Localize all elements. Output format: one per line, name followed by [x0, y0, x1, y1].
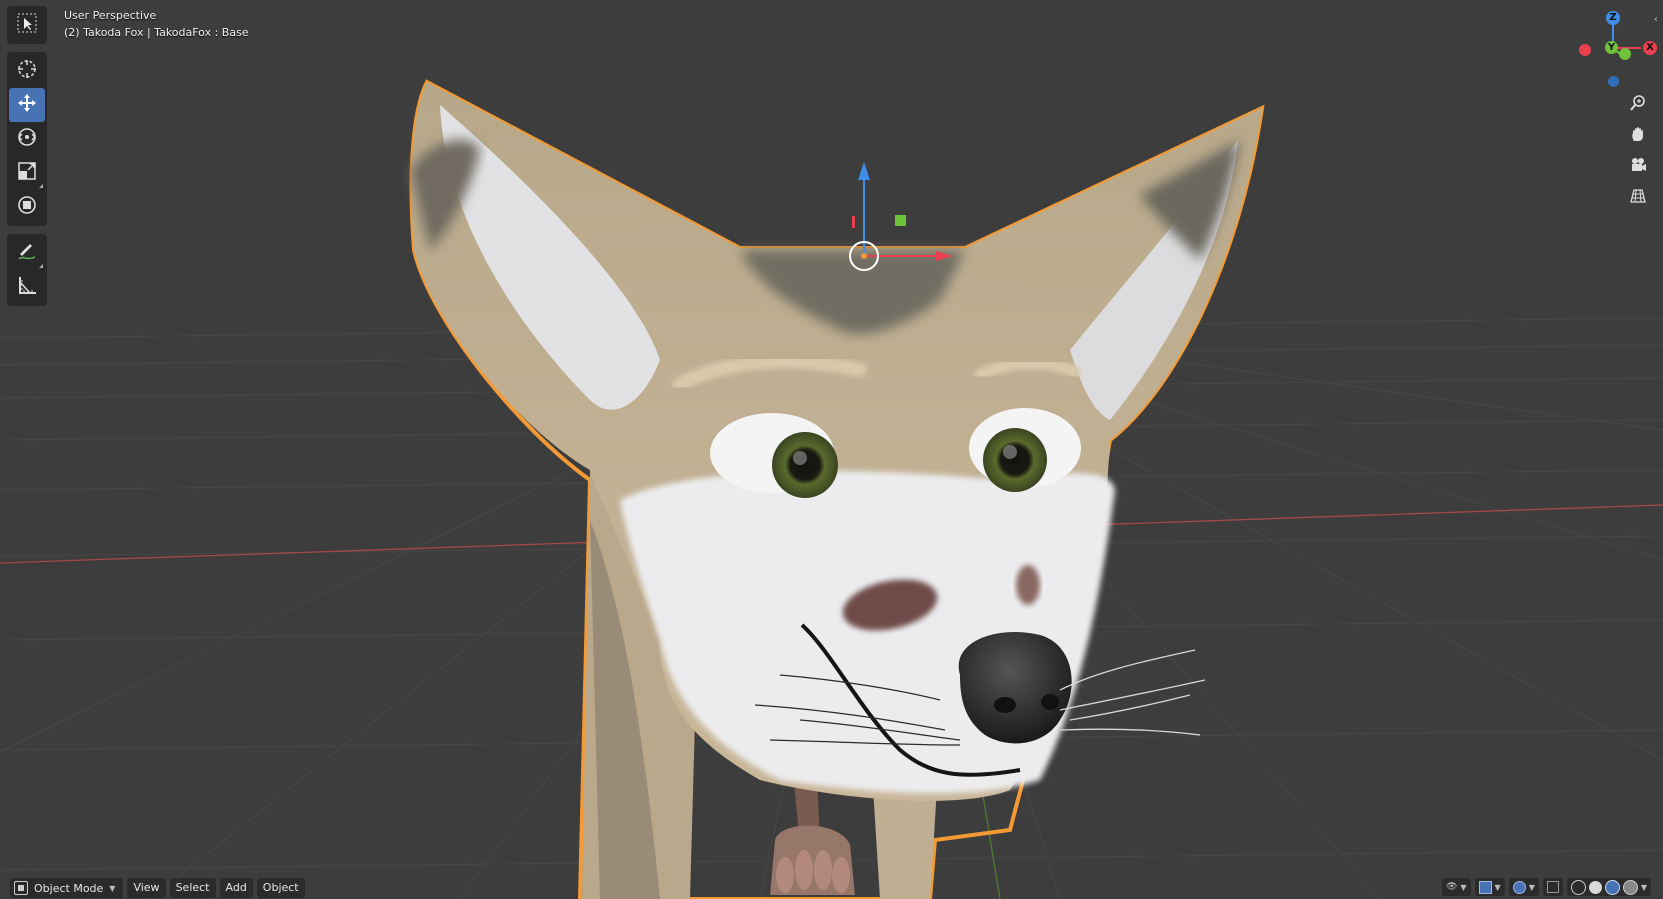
- tool-group-annotate: [7, 234, 47, 306]
- gizmo-toggle[interactable]: ▼: [1474, 878, 1505, 896]
- scale-icon: [16, 160, 38, 186]
- z-axis-button[interactable]: Z: [1606, 11, 1620, 25]
- sidebar-toggle-icon[interactable]: ‹: [1654, 14, 1658, 25]
- scale-tool[interactable]: [9, 156, 45, 190]
- 3d-viewport[interactable]: User Perspective (2) Takoda Fox | Takoda…: [0, 0, 1663, 899]
- header-menus: Object Mode ▼ View Select Add Object: [10, 878, 305, 898]
- grid-ortho-icon: [1629, 187, 1647, 209]
- xray-icon: [1546, 881, 1559, 893]
- zoom-icon: [1629, 94, 1647, 116]
- tool-variants-indicator: [39, 264, 43, 268]
- cursor-icon: [16, 58, 38, 84]
- chevron-down-icon: ▼: [1494, 882, 1501, 892]
- zoom-button[interactable]: [1625, 92, 1651, 118]
- mode-label: Object Mode: [34, 881, 104, 895]
- overlays-icon: [1512, 880, 1526, 894]
- viewport-view-label: User Perspective: [64, 9, 157, 22]
- hand-pan-icon: [1629, 125, 1647, 147]
- tool-shelf: [7, 6, 47, 314]
- x-axis-button[interactable]: X: [1643, 41, 1657, 55]
- viewport-header: Object Mode ▼ View Select Add Object 👁 ▼ …: [0, 876, 1663, 899]
- camera-view-button[interactable]: [1625, 154, 1651, 180]
- menu-select[interactable]: Select: [169, 878, 216, 898]
- chevron-down-icon: ▼: [1528, 882, 1535, 892]
- chevron-down-icon: ▼: [1460, 882, 1467, 892]
- active-object-label: (2) Takoda Fox | TakodaFox : Base: [64, 26, 249, 39]
- navigation-gizmo[interactable]: Z X Y: [1565, 4, 1663, 94]
- tool-group-transform: [7, 52, 47, 226]
- annotate-tool[interactable]: [9, 236, 45, 270]
- neg-x-axis-button[interactable]: [1579, 44, 1591, 56]
- fox-model: [409, 79, 1265, 899]
- move-tool[interactable]: [9, 88, 45, 122]
- select-box-icon: [16, 12, 38, 38]
- menu-add[interactable]: Add: [219, 878, 253, 898]
- rendered-shading-icon[interactable]: [1622, 879, 1638, 895]
- header-right-controls: 👁 ▼ ▼ ▼ ▼: [1441, 878, 1651, 896]
- xray-toggle[interactable]: [1542, 878, 1563, 896]
- y-axis-button[interactable]: Y: [1605, 41, 1618, 54]
- menu-object[interactable]: Object: [256, 878, 305, 898]
- tool-group-select: [7, 6, 47, 44]
- gizmo-icon: [1478, 880, 1492, 894]
- measure-icon: [16, 274, 38, 300]
- object-mode-icon: [14, 881, 28, 895]
- scene-render: [0, 79, 1663, 899]
- shading-modes: ▼: [1566, 878, 1651, 896]
- wireframe-shading-icon[interactable]: [1570, 879, 1586, 895]
- transform-icon: [16, 194, 38, 220]
- move-icon: [16, 92, 38, 118]
- cursor-tool[interactable]: [9, 54, 45, 88]
- material-shading-icon[interactable]: [1604, 879, 1620, 895]
- annotate-icon: [16, 240, 38, 266]
- pan-button[interactable]: [1625, 123, 1651, 149]
- mode-dropdown[interactable]: Object Mode ▼: [10, 878, 124, 898]
- transform-tool[interactable]: [9, 190, 45, 224]
- navigation-controls: [1625, 92, 1655, 216]
- overlays-toggle[interactable]: ▼: [1508, 878, 1539, 896]
- chevron-down-icon: ▼: [1640, 882, 1647, 892]
- eye-icon: 👁: [1445, 882, 1458, 892]
- rotate-icon: [16, 126, 38, 152]
- neg-y-axis-button[interactable]: [1619, 48, 1631, 60]
- neg-z-axis-button[interactable]: [1608, 76, 1619, 87]
- select-box-tool[interactable]: [9, 8, 45, 42]
- rotate-tool[interactable]: [9, 122, 45, 156]
- ortho-toggle-button[interactable]: [1625, 185, 1651, 211]
- menu-view[interactable]: View: [127, 878, 166, 898]
- tool-variants-indicator: [39, 184, 43, 188]
- camera-icon: [1629, 156, 1647, 178]
- solid-shading-icon[interactable]: [1588, 880, 1602, 894]
- chevron-down-icon: ▼: [109, 883, 116, 893]
- measure-tool[interactable]: [9, 270, 45, 304]
- visibility-dropdown[interactable]: 👁 ▼: [1441, 878, 1471, 896]
